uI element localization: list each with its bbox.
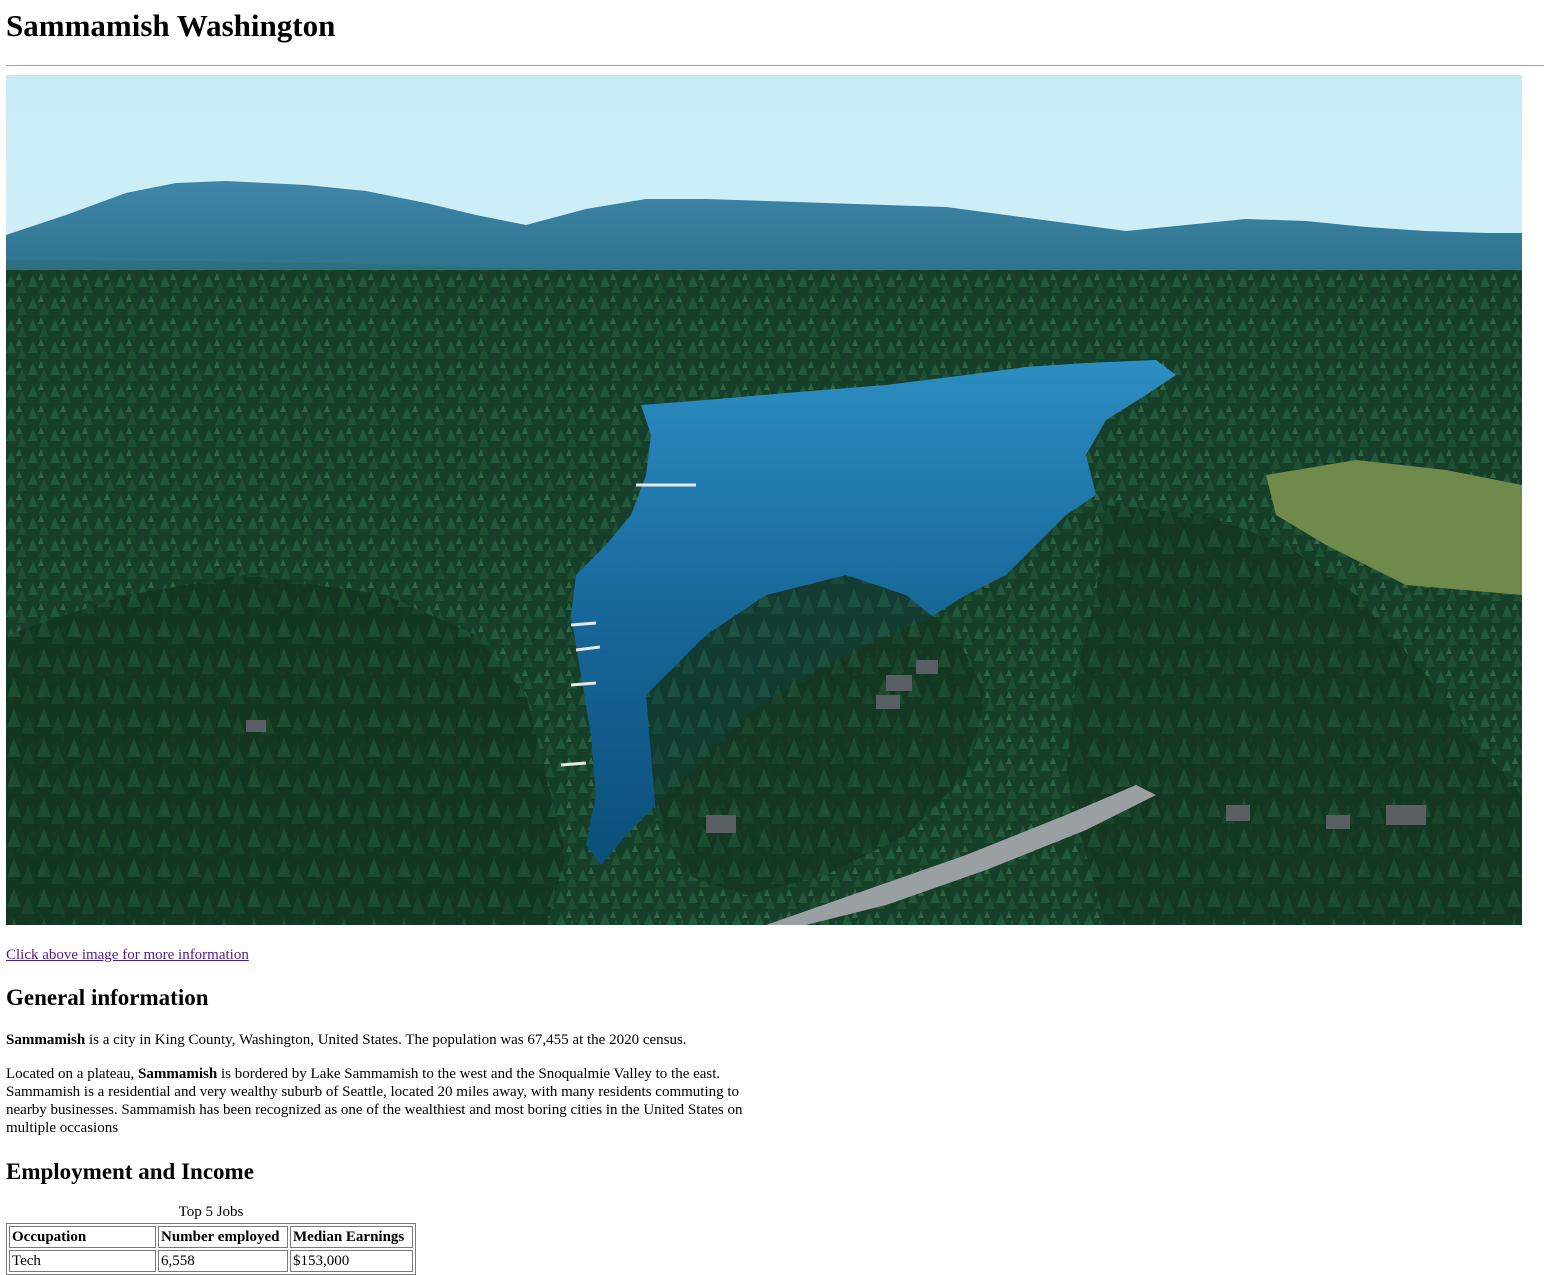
lake-aerial-image-link[interactable] (6, 75, 1522, 925)
location-paragraph: Located on a plateau, Sammamish is borde… (6, 1065, 781, 1137)
city-name-bold: Sammamish (6, 1032, 86, 1048)
intro-paragraph: Sammamish is a city in King County, Wash… (6, 1031, 781, 1049)
top-jobs-table: Top 5 Jobs Occupation Number employed Me… (6, 1203, 416, 1275)
lake-aerial-image[interactable] (6, 75, 1522, 925)
table-caption: Top 5 Jobs (178, 1204, 244, 1220)
cell-number-employed: 6,558 (158, 1250, 288, 1272)
column-header-number-employed: Number employed (158, 1226, 288, 1248)
page-title: Sammamish Washington (6, 8, 336, 43)
divider (6, 65, 1544, 66)
cell-occupation: Tech (9, 1250, 156, 1272)
page: Sammamish Washington Click above image f… (0, 0, 1544, 1275)
employment-income-heading: Employment and Income (6, 1159, 254, 1184)
column-header-occupation: Occupation (9, 1226, 156, 1248)
column-header-median-earnings: Median Earnings (290, 1226, 413, 1248)
table-header-row: Occupation Number employed Median Earnin… (9, 1226, 413, 1248)
general-information-heading: General information (6, 985, 209, 1010)
more-info-link[interactable]: Click above image for more information (6, 946, 249, 964)
cell-median-earnings: $153,000 (290, 1250, 413, 1272)
location-text-start: Located on a plateau, (6, 1066, 139, 1082)
jobs-table-wrapper: Top 5 Jobs Occupation Number employed Me… (6, 1203, 1538, 1275)
city-name-bold: Sammamish (138, 1066, 218, 1082)
table-row: Tech 6,558 $153,000 (9, 1250, 413, 1272)
intro-text: is a city in King County, Washington, Un… (85, 1032, 687, 1048)
